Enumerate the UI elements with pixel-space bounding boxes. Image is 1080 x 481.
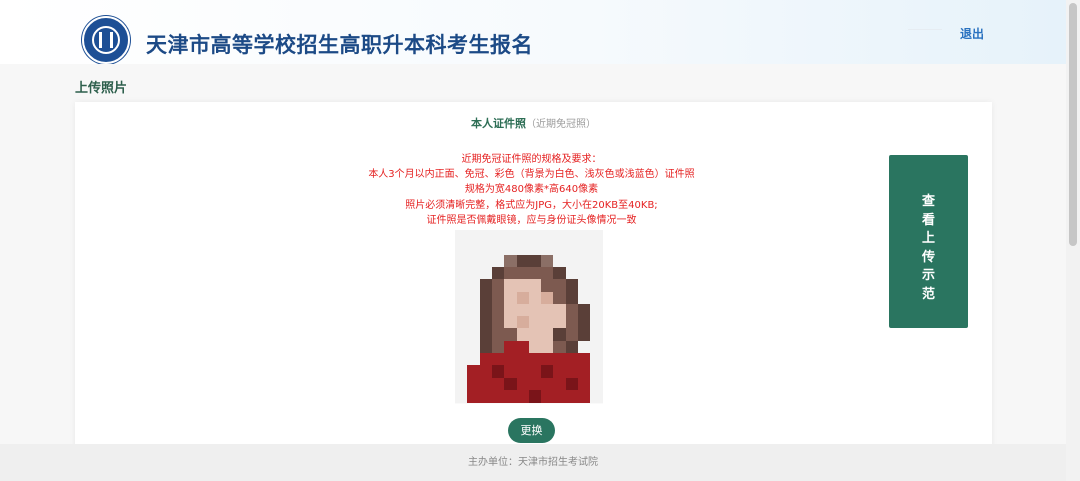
- change-photo-button[interactable]: 更换: [508, 418, 555, 443]
- card-heading-title: 本人证件照: [471, 117, 526, 130]
- logout-link[interactable]: 退出: [960, 25, 984, 42]
- site-title: 天津市高等学校招生高职升本科考生报名: [146, 33, 533, 57]
- section-title: 上传照片: [75, 81, 128, 96]
- card-heading-subtitle: （近期免冠照）: [526, 119, 596, 130]
- page-scrollbar[interactable]: [1066, 0, 1080, 481]
- requirement-line: 照片必须清晰完整，格式应为JPG，大小在20KB至40KB;: [405, 199, 658, 211]
- view-upload-example-label: 查看上传示范: [921, 194, 935, 302]
- requirement-line: 近期免冠证件照的规格及要求：: [461, 154, 602, 165]
- university-logo-icon: [82, 16, 130, 64]
- uploaded-photo-preview: [455, 230, 603, 404]
- top-header: 天津市高等学校招生高职升本科考生报名 退出: [0, 0, 1066, 64]
- requirement-line: 证件照是否佩戴眼镜，应与身份证头像情况一致: [426, 214, 637, 226]
- footer: 主办单位：天津市招生考试院: [0, 444, 1066, 481]
- requirement-line: 规格为宽480像素*高640像素: [464, 184, 599, 196]
- view-upload-example-button[interactable]: 查看上传示范: [889, 155, 968, 328]
- scrollbar-thumb[interactable]: [1069, 3, 1077, 246]
- photo-upload-card: 本人证件照（近期免冠照） 近期免冠证件照的规格及要求： 本人3个月以内正面、免冠…: [75, 102, 992, 452]
- card-heading: 本人证件照（近期免冠照）: [75, 112, 992, 131]
- header-divider: [908, 29, 942, 30]
- photo-requirements: 近期免冠证件照的规格及要求： 本人3个月以内正面、免冠、彩色（背景为白色、浅灰色…: [255, 152, 808, 228]
- requirement-line: 本人3个月以内正面、免冠、彩色（背景为白色、浅灰色或浅蓝色）证件照: [368, 169, 695, 181]
